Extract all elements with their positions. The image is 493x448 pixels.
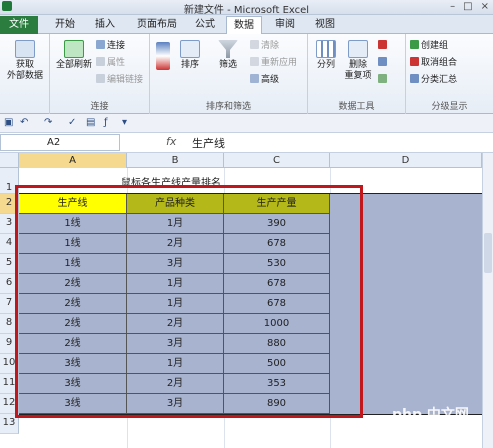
create-group-button[interactable]: 创建组 (410, 40, 448, 52)
column-header-d[interactable]: D (330, 153, 482, 168)
group-connections: 全部刷新 连接 属性 编辑链接 连接 (50, 34, 150, 114)
group-outline: 创建组 取消组合 分类汇总 分级显示 (406, 34, 493, 114)
properties-icon (96, 57, 105, 66)
ribbon-tabs: 文件 开始 插入 页面布局 公式 数据 审阅 视图 (0, 15, 493, 35)
clear-filter-button[interactable]: 清除 (250, 40, 279, 52)
minimize-button[interactable]: – (450, 1, 455, 12)
scroll-thumb[interactable] (484, 233, 492, 273)
sort-az-icon (156, 42, 170, 70)
what-if-button[interactable] (378, 74, 389, 86)
group-icon (410, 40, 419, 49)
reapply-button[interactable]: 重新应用 (250, 57, 297, 69)
subtotal-icon (410, 74, 419, 83)
sort-button[interactable]: 排序 (174, 40, 206, 71)
database-icon (15, 40, 35, 58)
print-preview-icon[interactable]: ▤ (86, 117, 95, 128)
reapply-icon (250, 57, 259, 66)
column-header-b[interactable]: B (127, 153, 224, 168)
ungroup-button[interactable]: 取消组合 (410, 57, 457, 69)
group-get-data: 获取 外部数据 (0, 34, 50, 114)
tab-review[interactable]: 审阅 (270, 16, 300, 34)
clear-icon (250, 40, 259, 49)
maximize-button[interactable]: □ (463, 1, 472, 12)
name-box[interactable]: A2 (0, 134, 120, 151)
insert-function-icon[interactable]: fx (166, 135, 176, 148)
watermark: php 中文网 (392, 407, 469, 423)
ungroup-icon (410, 57, 419, 66)
quick-access-toolbar: ▣ ↶ ↷ ✓ ▤ ƒ ▾ (0, 114, 493, 133)
vertical-scrollbar[interactable] (482, 153, 493, 448)
column-headers: A B C D (0, 153, 493, 168)
subtotal-button[interactable]: 分类汇总 (410, 74, 457, 86)
tab-file[interactable]: 文件 (0, 16, 38, 34)
consolidate-button[interactable] (378, 57, 389, 69)
text-to-columns-icon (316, 40, 336, 58)
connections-button[interactable]: 连接 (96, 40, 125, 52)
what-if-icon (378, 74, 387, 83)
tab-formulas[interactable]: 公式 (190, 16, 220, 34)
save-icon[interactable]: ▣ (4, 117, 13, 128)
consolidate-icon (378, 57, 387, 66)
refresh-all-button[interactable]: 全部刷新 (52, 40, 96, 71)
window-title: 新建文件 - Microsoft Excel (183, 5, 310, 16)
data-validation-icon (378, 40, 387, 49)
formula-bar: A2 fx 生产线 (0, 133, 493, 153)
redo-icon[interactable]: ↷ (44, 117, 52, 128)
close-button[interactable]: × (481, 1, 489, 12)
tab-view[interactable]: 视图 (310, 16, 340, 34)
edit-links-button[interactable]: 编辑链接 (96, 74, 143, 86)
ribbon: 获取 外部数据 全部刷新 连接 属性 编辑链接 连接 排序 筛选 清除 重新应用… (0, 34, 493, 114)
check-icon[interactable]: ✓ (68, 117, 76, 128)
formula-icon[interactable]: ƒ (104, 117, 108, 128)
get-external-data-button[interactable]: 获取 外部数据 (3, 40, 47, 82)
column-header-c[interactable]: C (224, 153, 330, 168)
data-validation-button[interactable] (378, 40, 389, 52)
tab-insert[interactable]: 插入 (90, 16, 120, 34)
formula-input[interactable]: 生产线 (192, 135, 225, 151)
group-sort-filter: 排序 筛选 清除 重新应用 高级 排序和筛选 (150, 34, 308, 114)
advanced-filter-icon (250, 74, 259, 83)
funnel-icon (218, 40, 238, 58)
filter-button[interactable]: 筛选 (212, 40, 244, 71)
select-all-corner[interactable] (0, 153, 19, 168)
undo-icon[interactable]: ↶ (20, 117, 28, 128)
remove-duplicates-button[interactable]: 删除 重复项 (342, 40, 374, 82)
title-bar: 新建文件 - Microsoft Excel – □ × (0, 0, 493, 16)
tab-data[interactable]: 数据 (226, 16, 262, 35)
tab-page-layout[interactable]: 页面布局 (132, 16, 182, 34)
properties-button[interactable]: 属性 (96, 57, 125, 69)
connections-icon (96, 40, 105, 49)
link-icon (96, 74, 105, 83)
sort-ascending-button[interactable] (152, 42, 174, 72)
remove-duplicates-icon (348, 40, 368, 58)
customize-qat-icon[interactable]: ▾ (122, 117, 127, 128)
excel-window: 新建文件 - Microsoft Excel – □ × 文件 开始 插入 页面… (0, 0, 493, 448)
tab-home[interactable]: 开始 (50, 16, 80, 34)
refresh-icon (64, 40, 84, 58)
text-to-columns-button[interactable]: 分列 (310, 40, 342, 71)
highlight-box (15, 185, 363, 418)
group-data-tools: 分列 删除 重复项 数据工具 (308, 34, 406, 114)
column-header-a[interactable]: A (19, 153, 127, 168)
advanced-filter-button[interactable]: 高级 (250, 74, 279, 86)
sort-dialog-icon (180, 40, 200, 58)
